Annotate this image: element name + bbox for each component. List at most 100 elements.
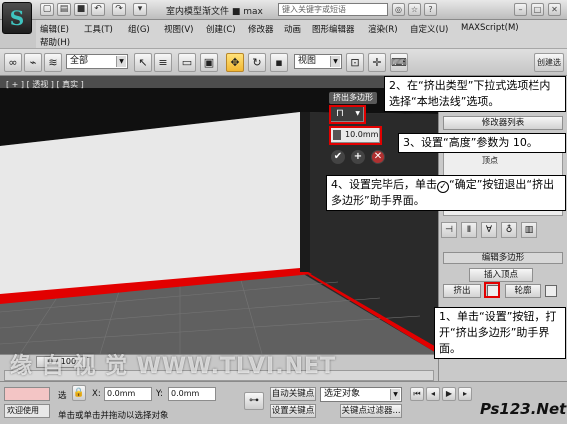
selection-lock-label: 选: [58, 391, 67, 401]
menu-animation[interactable]: 动画: [284, 23, 301, 35]
check-circle-icon: ✓: [437, 181, 449, 193]
chevron-down-icon: ▼: [330, 56, 340, 67]
search-input[interactable]: 键入关键字或短语: [278, 3, 388, 16]
cancel-button[interactable]: ✕: [371, 150, 385, 164]
bind-space-warp-icon[interactable]: ≋: [44, 53, 62, 72]
play-icon[interactable]: ▶: [442, 387, 456, 401]
wall-corner: [300, 112, 310, 272]
app-logo[interactable]: S: [2, 2, 32, 34]
viewport-label[interactable]: [ + ] [ 透视 ] [ 真实 ]: [6, 79, 84, 90]
binoculars-icon[interactable]: ◎: [392, 3, 405, 16]
help-icon[interactable]: ?: [424, 3, 437, 16]
menu-modifiers[interactable]: 修改器: [248, 23, 274, 35]
outline-button[interactable]: 轮廓: [505, 284, 541, 298]
unlink-icon[interactable]: ⌁: [24, 53, 42, 72]
menu-customize[interactable]: 自定义(U): [410, 23, 448, 35]
maximize-icon[interactable]: □: [531, 3, 544, 16]
perspective-viewport[interactable]: [ + ] [ 透视 ] [ 真实 ]: [0, 76, 438, 354]
highlight-settings: [484, 282, 500, 298]
maxscript-mini-listener[interactable]: [4, 387, 50, 401]
title-bar: S ▢ ▤ ■ ↶ ↷ ▾ 室内模型渐文件 ■ max 键入关键字或短语 ◎ ☆…: [0, 0, 567, 34]
pin-stack-icon[interactable]: ⊣: [441, 222, 457, 238]
select-by-name-icon[interactable]: ≡: [154, 53, 172, 72]
reference-coord-value: 视图: [298, 56, 317, 66]
key-selection-value: 选定对象: [324, 389, 361, 399]
redo-icon[interactable]: ↷: [112, 3, 126, 16]
callout-step4-part1: 4、设置完毕后，单击: [331, 178, 437, 191]
menu-help[interactable]: 帮助(H): [40, 36, 70, 48]
next-frame-icon[interactable]: ▸: [458, 387, 472, 401]
command-panel-tabs: ⊣ Ⅱ ∀ ♁ ▥: [441, 222, 566, 240]
menu-group[interactable]: 组(G): [128, 23, 150, 35]
watermark: 缘 自 视 觉 WWW.TLVI.NET: [10, 354, 337, 379]
apply-button[interactable]: +: [351, 150, 365, 164]
subscription-icon[interactable]: ☆: [408, 3, 421, 16]
menu-graph-editors[interactable]: 图形编辑器: [312, 23, 355, 35]
key-filters-button[interactable]: 关键点过滤器...: [340, 404, 402, 418]
undo-icon[interactable]: ↶: [91, 3, 105, 16]
select-scale-icon[interactable]: ▪: [270, 53, 288, 72]
insert-vertex-button[interactable]: 插入顶点: [469, 268, 533, 282]
new-file-icon[interactable]: ▢: [40, 3, 54, 16]
menu-views[interactable]: 视图(V): [164, 23, 193, 35]
edit-polygons-rollout-header[interactable]: 编辑多边形: [443, 252, 563, 264]
go-to-start-icon[interactable]: ⏮: [410, 387, 424, 401]
reference-coord-dropdown[interactable]: 视图 ▼: [294, 54, 342, 69]
project-folder-icon[interactable]: ▾: [133, 3, 147, 16]
show-end-result-icon[interactable]: Ⅱ: [461, 222, 477, 238]
key-selection-dropdown[interactable]: 选定对象 ▼: [320, 387, 402, 402]
previous-frame-icon[interactable]: ◂: [426, 387, 440, 401]
ok-button[interactable]: ✔: [331, 150, 345, 164]
open-file-icon[interactable]: ▤: [57, 3, 71, 16]
chevron-down-icon: ▼: [116, 56, 126, 67]
select-object-icon[interactable]: ↖: [134, 53, 152, 72]
main-toolbar: ∞ ⌁ ≋ 全部 ▼ ↖ ≡ ▭ ▣ ✥ ↻ ▪ 视图 ▼ ⊡ ✛ ⌨ 创建选: [0, 48, 567, 76]
menu-bar: 编辑(E) 工具(T) 组(G) 视图(V) 创建(C) 修改器 动画 图形编辑…: [36, 20, 567, 48]
make-unique-icon[interactable]: ∀: [481, 222, 497, 238]
highlight-extrusion-type: [329, 105, 366, 124]
maxscript-listener[interactable]: 欢迎使用: [4, 404, 50, 418]
key-icon[interactable]: ⊶: [244, 392, 264, 410]
modifier-list-dropdown[interactable]: 修改器列表: [443, 116, 563, 130]
x-coord-field[interactable]: 0.0mm: [104, 387, 152, 401]
menu-create[interactable]: 创建(C): [206, 23, 236, 35]
rect-selection-icon[interactable]: ▭: [178, 53, 196, 72]
document-title: 室内模型渐文件 ■ max: [166, 7, 263, 17]
scene-render: [0, 88, 438, 354]
extrude-button[interactable]: 挤出: [443, 284, 481, 298]
configure-sets-icon[interactable]: ▥: [521, 222, 537, 238]
menu-rendering[interactable]: 渲染(R): [368, 23, 398, 35]
menu-maxscript[interactable]: MAXScript(M): [461, 23, 519, 33]
set-key-button[interactable]: 设置关键点: [270, 404, 316, 418]
callout-step3: 3、设置“高度”参数为 10。: [398, 133, 566, 153]
menu-tools[interactable]: 工具(T): [84, 23, 113, 35]
y-label: Y:: [156, 389, 163, 399]
prompt-line: 单击或单击并拖动以选择对象: [58, 411, 169, 421]
x-label: X:: [92, 389, 101, 399]
close-icon[interactable]: ✕: [548, 3, 561, 16]
caddy-title: 挤出多边形: [329, 92, 377, 104]
keyboard-shortcut-icon[interactable]: ⌨: [390, 53, 408, 72]
selection-filter-value: 全部: [70, 56, 89, 66]
callout-step2: 2、在“挤出类型”下拉式选项栏内选择“本地法线”选项。: [384, 76, 566, 112]
callout-step4: 4、设置完毕后，单击 ✓ “确定”按钮退出“挤出多边形”助手界面。: [326, 175, 566, 211]
remove-modifier-icon[interactable]: ♁: [501, 222, 517, 238]
rollout-title: 编辑多边形: [481, 253, 525, 263]
window-crossing-icon[interactable]: ▣: [200, 53, 218, 72]
select-move-icon[interactable]: ✥: [226, 53, 244, 72]
callout-step1: 1、单击“设置”按钮，打开“挤出多边形”助手界面。: [434, 307, 566, 359]
outline-settings-button[interactable]: [545, 285, 557, 297]
select-rotate-icon[interactable]: ↻: [248, 53, 266, 72]
link-icon[interactable]: ∞: [4, 53, 22, 72]
select-manipulate-icon[interactable]: ✛: [368, 53, 386, 72]
auto-key-button[interactable]: 自动关键点: [270, 387, 316, 401]
stack-item-vertex[interactable]: 顶点: [482, 155, 498, 166]
create-selection-button[interactable]: 创建选: [534, 53, 564, 72]
y-coord-field[interactable]: 0.0mm: [168, 387, 216, 401]
lock-icon[interactable]: 🔒: [72, 385, 86, 401]
save-icon[interactable]: ■: [74, 3, 88, 16]
menu-edit[interactable]: 编辑(E): [40, 23, 69, 35]
minimize-icon[interactable]: –: [514, 3, 527, 16]
pivot-center-icon[interactable]: ⊡: [346, 53, 364, 72]
selection-filter-dropdown[interactable]: 全部 ▼: [66, 54, 128, 69]
